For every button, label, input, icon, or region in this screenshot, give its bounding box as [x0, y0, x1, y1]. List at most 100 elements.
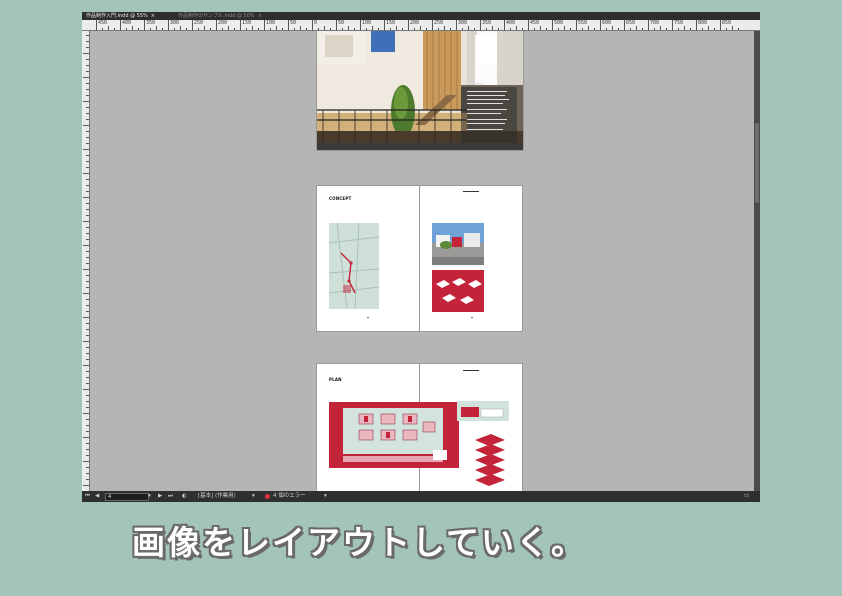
- ruler-label: 150: [386, 20, 396, 26]
- ruler-tick: [420, 26, 421, 30]
- ruler-tick: [96, 20, 97, 30]
- ruler-tick: [570, 28, 571, 30]
- error-count[interactable]: 4 個のエラー: [273, 491, 306, 502]
- ruler-tick: [83, 389, 89, 390]
- page-dropdown-icon[interactable]: ▾: [148, 491, 151, 502]
- ruler-tick: [612, 26, 613, 30]
- preflight-profile-icon[interactable]: ◐: [182, 491, 187, 502]
- ruler-tick: [660, 26, 661, 30]
- ruler-tick: [648, 20, 649, 30]
- ruler-label: 200: [218, 20, 228, 26]
- ruler-label: 250: [194, 20, 204, 26]
- ruler-tick: [86, 47, 89, 48]
- ruler-tick: [86, 263, 89, 264]
- ruler-tick: [390, 28, 391, 30]
- spread-concept[interactable]: CONCEPT: [317, 186, 522, 331]
- ruler-tick: [540, 26, 541, 30]
- ruler-tick: [86, 299, 89, 300]
- ruler-tick: [282, 28, 283, 30]
- ruler-tick: [86, 59, 89, 60]
- ruler-tick: [86, 347, 89, 348]
- ruler-label: 650: [626, 20, 636, 26]
- ruler-tick: [86, 143, 89, 144]
- pasteboard-canvas[interactable]: CONCEPT PLAN: [90, 31, 754, 491]
- ruler-tick: [402, 28, 403, 30]
- ruler-tick: [456, 20, 457, 30]
- ruler-tick: [86, 287, 89, 288]
- ruler-tick: [86, 329, 89, 330]
- ruler-tick: [83, 293, 89, 294]
- ruler-tick: [86, 443, 89, 444]
- close-icon[interactable]: ×: [151, 13, 155, 19]
- ruler-tick: [86, 227, 89, 228]
- close-icon[interactable]: ×: [258, 13, 262, 19]
- ruler-tick: [408, 20, 409, 30]
- ruler-tick: [86, 377, 89, 378]
- ruler-tick: [414, 28, 415, 30]
- ruler-tick: [86, 257, 89, 258]
- ruler-tick: [480, 20, 481, 30]
- ruler-tick: [86, 191, 89, 192]
- ruler-label: 200: [410, 20, 420, 26]
- vertical-ruler: [82, 31, 90, 491]
- ruler-tick: [354, 28, 355, 30]
- ruler-tick: [324, 26, 325, 30]
- ruler-tick: [642, 28, 643, 30]
- caption-text: 画像をレイアウトしていく。: [132, 523, 587, 562]
- page-number-field[interactable]: 4: [105, 493, 149, 501]
- profile-label[interactable]: [基本] (作業用): [198, 491, 236, 502]
- scrollbar-thumb[interactable]: [755, 123, 759, 203]
- document-tab-inactive[interactable]: 作品制作のサンプル.indd @ 50% ×: [178, 12, 262, 20]
- site-plan-drawing: [329, 402, 459, 468]
- ruler-tick: [276, 26, 277, 30]
- ruler-tick: [450, 28, 451, 30]
- ruler-tick: [86, 113, 89, 114]
- ruler-tick: [234, 28, 235, 30]
- ruler-tick: [86, 467, 89, 468]
- panel-toggle-icon[interactable]: ▭: [744, 491, 749, 502]
- error-dropdown-icon[interactable]: ▾: [324, 491, 327, 502]
- ruler-tick: [83, 341, 89, 342]
- ruler-label: 800: [698, 20, 708, 26]
- ruler-tick: [86, 281, 89, 282]
- ruler-tick: [396, 26, 397, 30]
- ruler-tick: [696, 20, 697, 30]
- spread-plan[interactable]: PLAN: [317, 364, 522, 491]
- ruler-tick: [144, 20, 145, 30]
- ruler-tick: [516, 26, 517, 30]
- ruler-tick: [162, 28, 163, 30]
- ruler-tick: [498, 28, 499, 30]
- ruler-tick: [708, 26, 709, 30]
- ruler-tick: [83, 221, 89, 222]
- next-page-icon[interactable]: ▶: [158, 491, 162, 502]
- spread-photo[interactable]: [317, 31, 523, 160]
- ruler-tick: [342, 28, 343, 30]
- ruler-tick: [426, 28, 427, 30]
- ruler-tick: [86, 335, 89, 336]
- ruler-label: 300: [458, 20, 468, 26]
- ruler-tick: [108, 26, 109, 30]
- ruler-tick: [654, 28, 655, 30]
- ruler-tick: [174, 28, 175, 30]
- ruler-tick: [83, 317, 89, 318]
- ruler-label: 250: [434, 20, 444, 26]
- first-page-icon[interactable]: ⏮: [85, 491, 90, 502]
- concept-page-title: CONCEPT: [329, 196, 352, 201]
- ruler-tick: [306, 28, 307, 30]
- ruler-tick: [86, 185, 89, 186]
- ruler-tick: [270, 28, 271, 30]
- ruler-tick: [86, 395, 89, 396]
- ruler-tick: [102, 28, 103, 30]
- ruler-tick: [300, 26, 301, 30]
- ruler-tick: [86, 239, 89, 240]
- ruler-tick: [126, 28, 127, 30]
- vertical-scrollbar[interactable]: [754, 31, 760, 491]
- ruler-tick: [444, 26, 445, 30]
- profile-dropdown-icon[interactable]: ▾: [252, 491, 255, 502]
- last-page-icon[interactable]: ⏭: [168, 491, 173, 502]
- ruler-tick: [552, 20, 553, 30]
- prev-page-icon[interactable]: ◀: [95, 491, 99, 502]
- document-tab-active[interactable]: 作品制作入門.indd @ 55% ×: [86, 12, 155, 20]
- ruler-tick: [83, 53, 89, 54]
- ruler-tick: [86, 251, 89, 252]
